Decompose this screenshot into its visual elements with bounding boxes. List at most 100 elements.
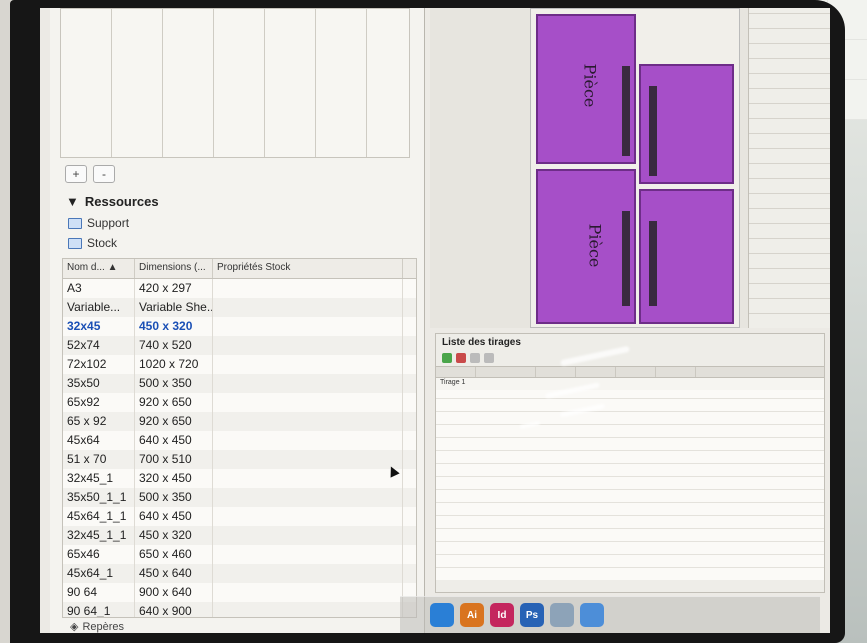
resources-header[interactable]: ▼ Ressources — [60, 190, 420, 212]
add-tirage-icon[interactable] — [442, 353, 452, 363]
piece-bar — [622, 211, 630, 306]
resource-name-cell: 72x102 — [63, 355, 135, 374]
top-grid — [60, 8, 410, 158]
column-header[interactable] — [476, 367, 536, 377]
resource-dimensions-cell: 450 x 320 — [135, 526, 213, 545]
resource-name-cell: 65x92 — [63, 393, 135, 412]
table-row[interactable]: 35x50 500 x 350 — [63, 374, 416, 393]
table-row[interactable]: 90 64_1 640 x 900 — [63, 602, 416, 617]
press-sheet[interactable]: Pièce Pièce — [530, 8, 740, 328]
resource-dimensions-cell: 1020 x 720 — [135, 355, 213, 374]
column-header-stock-properties[interactable]: Propriétés Stock — [213, 259, 403, 278]
reperes-icon: ◈ — [70, 621, 79, 633]
safari-icon[interactable] — [430, 603, 454, 627]
table-row[interactable]: 45x64 640 x 450 — [63, 431, 416, 450]
stock-icon — [68, 237, 82, 249]
properties-panel — [748, 8, 830, 328]
resource-properties-cell — [213, 374, 403, 393]
remove-button[interactable]: - — [93, 165, 115, 183]
resource-name-cell: 51 x 70 — [63, 450, 135, 469]
tree-item-support[interactable]: Support — [68, 214, 129, 232]
down-arrow-icon[interactable] — [484, 353, 494, 363]
delete-tirage-icon[interactable] — [456, 353, 466, 363]
resource-dimensions-cell: 740 x 520 — [135, 336, 213, 355]
indesign-icon[interactable]: Id — [490, 603, 514, 627]
table-row[interactable]: 72x102 1020 x 720 — [63, 355, 416, 374]
imposition-canvas: Pièce Pièce — [430, 8, 830, 328]
tree-item-stock[interactable]: Stock — [68, 234, 117, 252]
table-row[interactable]: Tirage 1 — [436, 378, 824, 390]
reperes-item[interactable]: ◈ Repères — [70, 620, 124, 634]
resource-properties-cell — [213, 564, 403, 583]
resource-dimensions-cell: 450 x 640 — [135, 564, 213, 583]
resource-properties-cell — [213, 507, 403, 526]
resource-name-cell: 90 64_1 — [63, 602, 135, 617]
resource-properties-cell — [213, 355, 403, 374]
table-row[interactable]: 65x92 920 x 650 — [63, 393, 416, 412]
tree-item-label: Stock — [87, 236, 118, 250]
resource-name-cell: 35x50_1_1 — [63, 488, 135, 507]
screen: + - ▼ Ressources Support Stock Nom d... … — [40, 8, 830, 633]
table-row[interactable]: 35x50_1_1 500 x 350 — [63, 488, 416, 507]
resource-name-cell: 32x45 — [63, 317, 135, 336]
tirages-table-body — [436, 390, 824, 580]
column-header-dimensions[interactable]: Dimensions (... — [135, 259, 213, 278]
piece-bar — [622, 66, 630, 156]
resource-name-cell: 65 x 92 — [63, 412, 135, 431]
support-icon — [68, 217, 82, 229]
resource-dimensions-cell: 640 x 450 — [135, 431, 213, 450]
add-button[interactable]: + — [65, 165, 87, 183]
illustrator-icon[interactable]: Ai — [460, 603, 484, 627]
table-row[interactable]: 65 x 92 920 x 650 — [63, 412, 416, 431]
table-row[interactable]: 51 x 70 700 x 510 — [63, 450, 416, 469]
disclosure-triangle-icon[interactable]: ▼ — [66, 194, 79, 209]
preview-icon[interactable] — [550, 603, 574, 627]
resource-dimensions-cell: 900 x 640 — [135, 583, 213, 602]
resource-name-cell: 45x64 — [63, 431, 135, 450]
table-row[interactable]: 45x64_1 450 x 640 — [63, 564, 416, 583]
piece-bottom-right[interactable] — [639, 189, 734, 324]
piece-label: Pièce — [585, 223, 605, 268]
table-row[interactable]: 65x46 650 x 460 — [63, 545, 416, 564]
column-header[interactable] — [656, 367, 696, 377]
table-row[interactable]: A3 420 x 297 — [63, 279, 416, 298]
left-panel: + - ▼ Ressources Support Stock Nom d... … — [50, 8, 425, 633]
table-body: A3 420 x 297 Variable... Variable She... 32x… — [63, 279, 416, 617]
resource-name-cell: Variable... — [63, 298, 135, 317]
piece-top-left[interactable]: Pièce — [536, 14, 636, 164]
resource-name-cell: 52x74 — [63, 336, 135, 355]
table-row[interactable]: 52x74 740 x 520 — [63, 336, 416, 355]
piece-bar — [649, 221, 657, 306]
resources-table: Nom d... ▲ Dimensions (... Propriétés St… — [62, 258, 417, 618]
photoshop-icon[interactable]: Ps — [520, 603, 544, 627]
resource-dimensions-cell: 920 x 650 — [135, 412, 213, 431]
column-header[interactable] — [436, 367, 476, 377]
table-row[interactable]: 32x45 450 x 320 — [63, 317, 416, 336]
dock: Ai Id Ps — [400, 596, 820, 633]
resource-properties-cell — [213, 393, 403, 412]
resource-name-cell: 32x45_1 — [63, 469, 135, 488]
table-row[interactable]: Variable... Variable She... — [63, 298, 416, 317]
piece-top-right[interactable] — [639, 64, 734, 184]
tirages-title: Liste des tirages — [442, 337, 521, 348]
table-row[interactable]: 32x45_1_1 450 x 320 — [63, 526, 416, 545]
resource-properties-cell — [213, 317, 403, 336]
column-header-name[interactable]: Nom d... ▲ — [63, 259, 135, 278]
up-arrow-icon[interactable] — [470, 353, 480, 363]
resource-dimensions-cell: 920 x 650 — [135, 393, 213, 412]
tirages-table-header — [436, 366, 824, 378]
column-header[interactable] — [616, 367, 656, 377]
resource-properties-cell — [213, 431, 403, 450]
resource-dimensions-cell: Variable She... — [135, 298, 213, 317]
table-row[interactable]: 90 64 900 x 640 — [63, 583, 416, 602]
finder-icon[interactable] — [580, 603, 604, 627]
table-row[interactable]: 32x45_1 320 x 450 — [63, 469, 416, 488]
resource-properties-cell — [213, 488, 403, 507]
monitor-bezel: + - ▼ Ressources Support Stock Nom d... … — [10, 0, 845, 643]
column-header[interactable] — [536, 367, 576, 377]
resource-properties-cell — [213, 298, 403, 317]
resource-properties-cell — [213, 526, 403, 545]
piece-bottom-left[interactable]: Pièce — [536, 169, 636, 324]
column-header[interactable] — [576, 367, 616, 377]
table-row[interactable]: 45x64_1_1 640 x 450 — [63, 507, 416, 526]
